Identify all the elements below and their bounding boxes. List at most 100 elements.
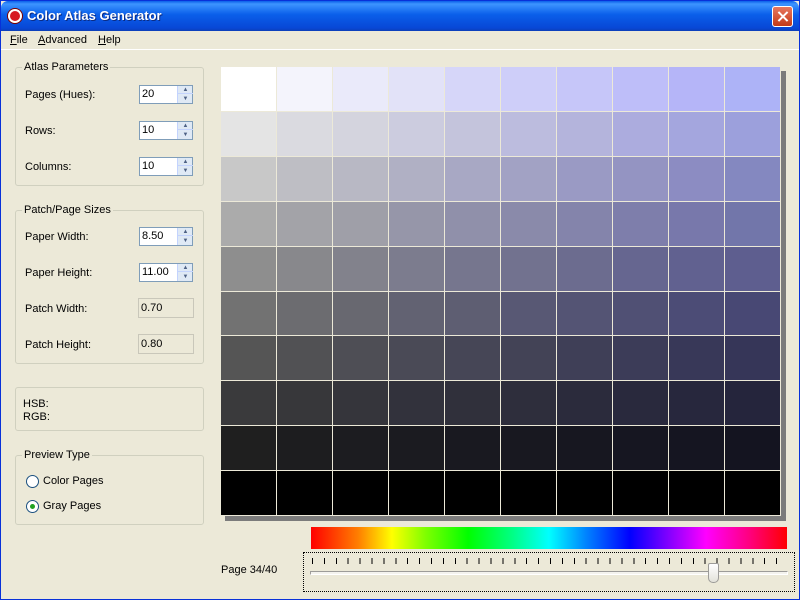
- color-patch[interactable]: [389, 67, 444, 111]
- color-patch[interactable]: [557, 336, 612, 381]
- color-patch[interactable]: [613, 336, 668, 381]
- color-patch[interactable]: [389, 201, 444, 246]
- color-patch[interactable]: [221, 201, 276, 246]
- color-patch[interactable]: [445, 111, 500, 156]
- color-patch[interactable]: [221, 336, 276, 381]
- paper-height-down-arrow-icon[interactable]: ▼: [178, 273, 193, 281]
- color-patch[interactable]: [725, 471, 780, 515]
- color-patch[interactable]: [277, 156, 332, 201]
- color-patch[interactable]: [277, 246, 332, 291]
- color-patch[interactable]: [277, 201, 332, 246]
- page-slider[interactable]: [303, 552, 795, 592]
- color-patch[interactable]: [333, 471, 388, 515]
- color-patch[interactable]: [445, 471, 500, 515]
- color-patch[interactable]: [613, 291, 668, 336]
- color-patch[interactable]: [725, 111, 780, 156]
- color-patch[interactable]: [725, 381, 780, 426]
- color-patch[interactable]: [613, 67, 668, 111]
- color-patch[interactable]: [557, 471, 612, 515]
- columns-down-arrow-icon[interactable]: ▼: [178, 167, 193, 175]
- color-patch[interactable]: [445, 426, 500, 471]
- paper-height-stepper[interactable]: 11.00 ▲ ▼: [139, 263, 193, 282]
- color-patch[interactable]: [501, 426, 556, 471]
- color-patch[interactable]: [613, 381, 668, 426]
- color-patch[interactable]: [557, 381, 612, 426]
- color-patch[interactable]: [445, 156, 500, 201]
- color-patch[interactable]: [557, 201, 612, 246]
- color-patch[interactable]: [221, 291, 276, 336]
- color-patch[interactable]: [333, 201, 388, 246]
- color-patch[interactable]: [389, 471, 444, 515]
- color-patch[interactable]: [221, 381, 276, 426]
- color-patch[interactable]: [501, 111, 556, 156]
- color-patch[interactable]: [669, 336, 724, 381]
- color-patch[interactable]: [389, 336, 444, 381]
- title-bar[interactable]: Color Atlas Generator: [1, 1, 799, 31]
- color-pages-radio[interactable]: [26, 475, 39, 488]
- color-patch[interactable]: [221, 67, 276, 111]
- color-patch[interactable]: [501, 246, 556, 291]
- color-patch[interactable]: [725, 246, 780, 291]
- color-patch[interactable]: [277, 336, 332, 381]
- color-patch[interactable]: [389, 156, 444, 201]
- color-patch[interactable]: [221, 426, 276, 471]
- pages-stepper[interactable]: 20 ▲ ▼: [139, 85, 193, 104]
- color-patch[interactable]: [501, 156, 556, 201]
- color-patch[interactable]: [613, 426, 668, 471]
- color-patch[interactable]: [557, 246, 612, 291]
- rows-down-arrow-icon[interactable]: ▼: [178, 131, 193, 139]
- color-patch[interactable]: [333, 111, 388, 156]
- color-patch[interactable]: [389, 246, 444, 291]
- color-patch[interactable]: [501, 336, 556, 381]
- color-patch[interactable]: [613, 111, 668, 156]
- menu-advanced[interactable]: Advanced: [38, 34, 87, 46]
- color-patch[interactable]: [557, 67, 612, 111]
- color-patch[interactable]: [221, 156, 276, 201]
- color-patch[interactable]: [445, 201, 500, 246]
- color-patch[interactable]: [333, 156, 388, 201]
- color-patch[interactable]: [221, 471, 276, 515]
- color-patch[interactable]: [669, 246, 724, 291]
- color-patch[interactable]: [613, 471, 668, 515]
- columns-up-arrow-icon[interactable]: ▲: [178, 158, 193, 166]
- color-patch[interactable]: [333, 67, 388, 111]
- color-patch[interactable]: [613, 201, 668, 246]
- color-patch[interactable]: [221, 246, 276, 291]
- color-patch[interactable]: [445, 291, 500, 336]
- color-patch[interactable]: [333, 426, 388, 471]
- paper-width-up-arrow-icon[interactable]: ▲: [178, 228, 193, 236]
- color-patch[interactable]: [557, 426, 612, 471]
- color-patch[interactable]: [389, 426, 444, 471]
- color-patch[interactable]: [501, 381, 556, 426]
- color-patch[interactable]: [445, 246, 500, 291]
- color-patch[interactable]: [669, 156, 724, 201]
- color-patch[interactable]: [725, 336, 780, 381]
- menu-help[interactable]: Help: [98, 34, 121, 46]
- atlas-grid[interactable]: [220, 66, 781, 516]
- menu-file[interactable]: File: [10, 34, 28, 46]
- color-patch[interactable]: [669, 67, 724, 111]
- gray-pages-radio[interactable]: [26, 500, 39, 513]
- color-patch[interactable]: [501, 67, 556, 111]
- color-patch[interactable]: [333, 246, 388, 291]
- color-patch[interactable]: [445, 381, 500, 426]
- color-patch[interactable]: [445, 336, 500, 381]
- color-patch[interactable]: [725, 291, 780, 336]
- color-patch[interactable]: [669, 201, 724, 246]
- close-button[interactable]: [772, 6, 793, 27]
- color-patch[interactable]: [277, 471, 332, 515]
- color-patch[interactable]: [277, 426, 332, 471]
- columns-stepper[interactable]: 10 ▲ ▼: [139, 157, 193, 176]
- color-patch[interactable]: [389, 111, 444, 156]
- color-patch[interactable]: [333, 336, 388, 381]
- pages-down-arrow-icon[interactable]: ▼: [178, 95, 193, 103]
- color-patch[interactable]: [501, 291, 556, 336]
- color-patch[interactable]: [725, 67, 780, 111]
- color-patch[interactable]: [501, 471, 556, 515]
- color-patch[interactable]: [725, 201, 780, 246]
- rows-up-arrow-icon[interactable]: ▲: [178, 122, 193, 130]
- color-patch[interactable]: [445, 67, 500, 111]
- slider-thumb[interactable]: [707, 563, 719, 583]
- color-patch[interactable]: [557, 291, 612, 336]
- color-patch[interactable]: [669, 381, 724, 426]
